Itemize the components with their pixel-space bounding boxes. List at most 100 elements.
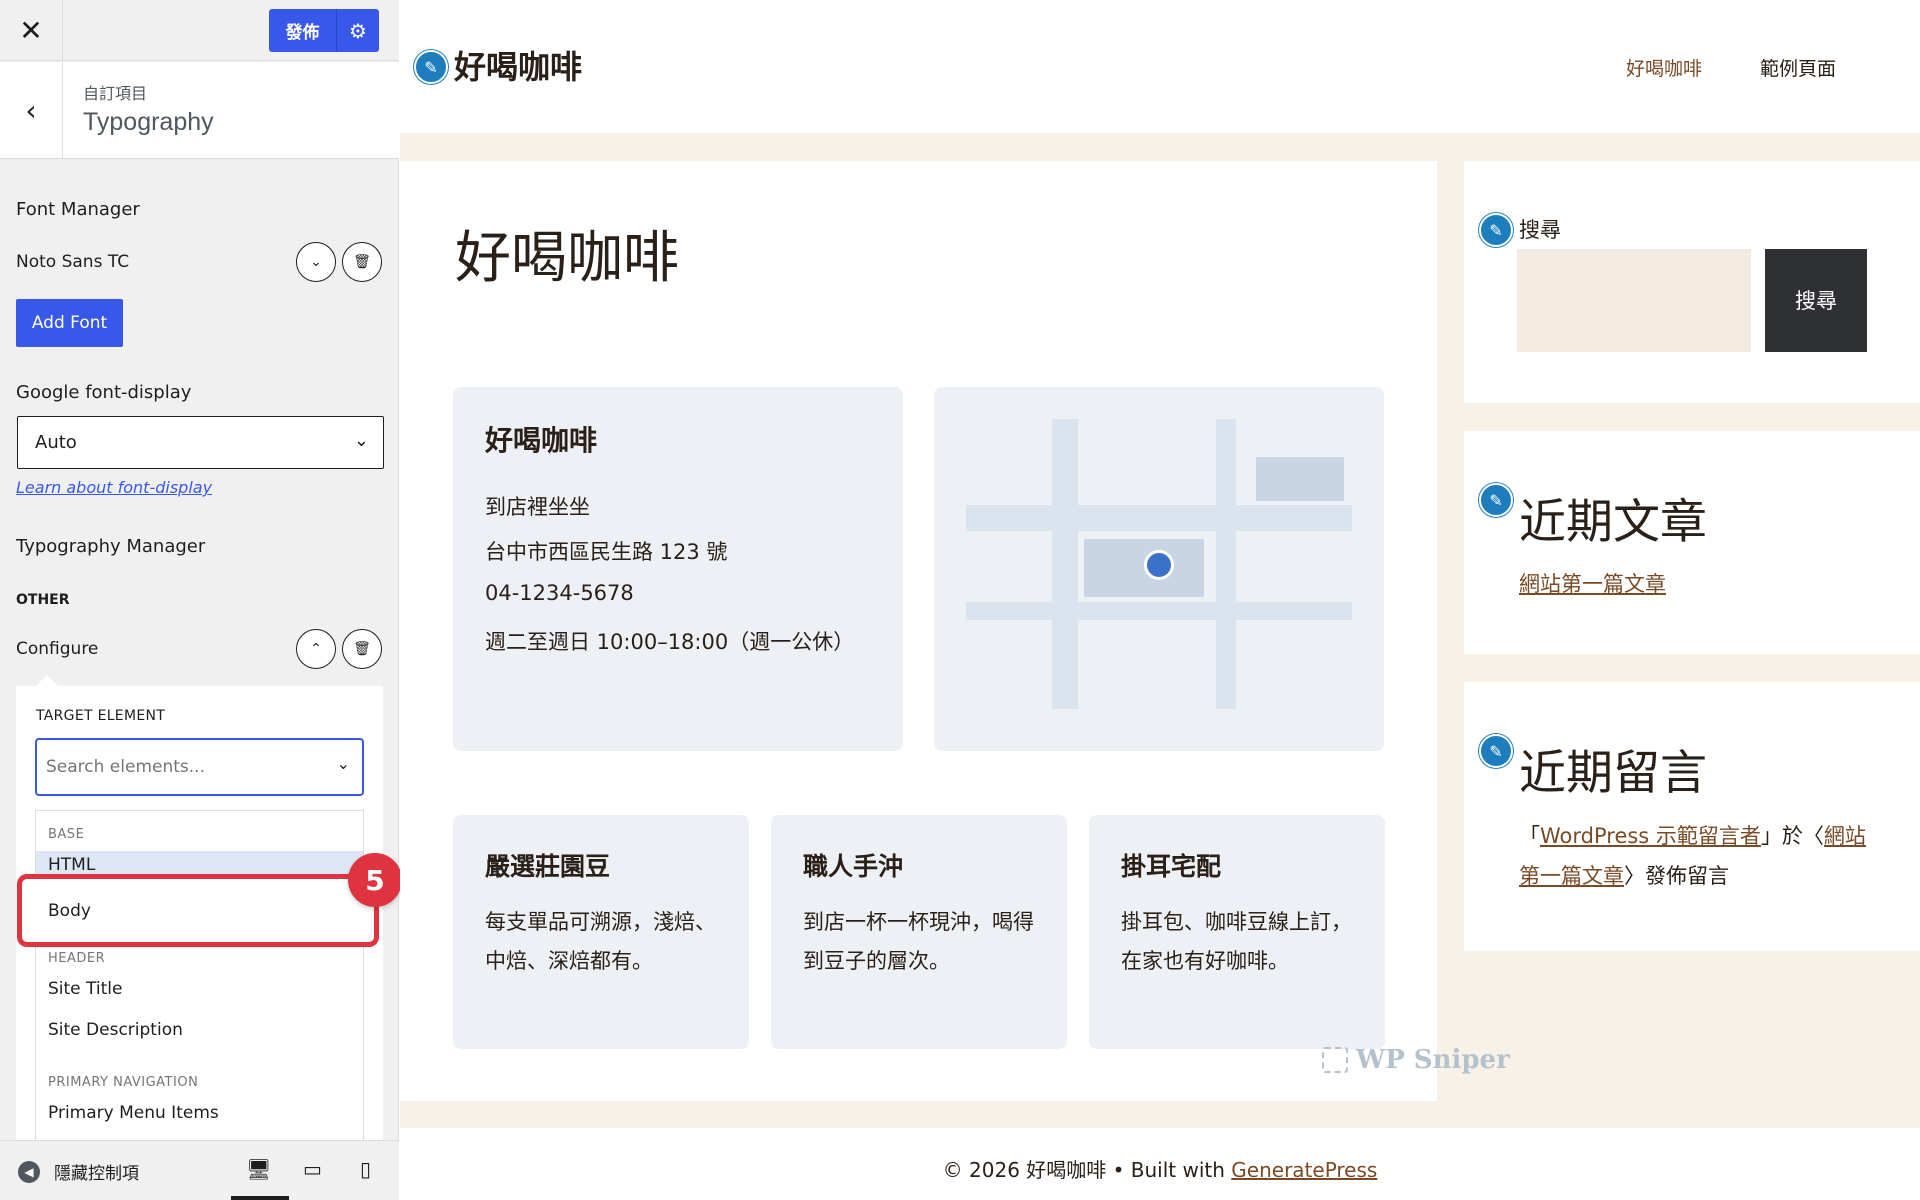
site-footer: © 2026 好喝咖啡 • Built with GeneratePress	[400, 1128, 1920, 1200]
desktop-preview-icon[interactable]: 🖥	[246, 1157, 271, 1181]
feature-card: 職人手沖 到店一杯一杯現沖，喝得到豆子的層次。	[771, 815, 1067, 1049]
back-chevron-icon[interactable]: ‹	[0, 62, 63, 159]
font-manager-heading: Font Manager	[16, 199, 140, 220]
font-display-select[interactable]: Auto ⌄	[17, 416, 384, 469]
map-block	[1256, 457, 1344, 501]
option-group-base: BASE	[48, 827, 85, 842]
learn-font-display-link[interactable]: Learn about font-display	[16, 478, 212, 497]
info-line: 台中市西區民生路 123 號	[485, 540, 728, 564]
info-line: 04-1234-5678	[485, 581, 634, 605]
font-display-heading: Google font-display	[16, 382, 192, 403]
watermark-text: WP Sniper	[1356, 1045, 1510, 1075]
customizer-topbar: ✕ 發佈 ⚙	[0, 0, 399, 61]
comment-author-link[interactable]: WordPress 示範留言者	[1540, 824, 1761, 848]
comment-end: 〉發佈留言	[1624, 864, 1729, 888]
info-line: 到店裡坐坐	[485, 495, 590, 519]
feature-card: 嚴選莊園豆 每支單品可溯源，淺焙、中焙、深焙都有。	[453, 815, 749, 1049]
publish-group: 發佈 ⚙	[269, 9, 379, 52]
feature-title: 掛耳宅配	[1121, 852, 1222, 881]
active-device-indicator	[231, 1196, 289, 1200]
font-display-value: Auto	[35, 432, 77, 453]
edit-pencil-icon[interactable]: ✎	[1479, 213, 1513, 247]
collapse-icon: ◀	[18, 1160, 40, 1183]
feature-title: 嚴選莊園豆	[485, 852, 611, 881]
step-badge: 5	[348, 853, 402, 907]
watermark-logo-icon	[1322, 1047, 1348, 1073]
configure-label: Configure	[16, 639, 99, 659]
customizer-sidebar: ✕ 發佈 ⚙ ‹ 自訂項目 Typography Font Manager No…	[0, 0, 402, 1200]
edit-pencil-icon[interactable]: ✎	[1479, 734, 1513, 768]
feature-desc: 到店一杯一杯現沖，喝得到豆子的層次。	[803, 910, 1034, 973]
edit-pencil-icon[interactable]: ✎	[414, 50, 448, 84]
map-road	[1052, 419, 1078, 709]
section-title: Typography	[83, 108, 214, 136]
hide-controls-label: 隱藏控制項	[54, 1164, 139, 1184]
footer-generatepress-link[interactable]: GeneratePress	[1231, 1158, 1377, 1182]
trash-icon[interactable]: 🗑	[342, 242, 382, 282]
feature-card: 掛耳宅配 掛耳包、咖啡豆線上訂，在家也有好咖啡。	[1089, 815, 1385, 1049]
option-body-highlighted[interactable]: Body	[17, 874, 379, 947]
hide-controls-button[interactable]: ◀ 隱藏控制項	[18, 1159, 139, 1184]
breadcrumb: 自訂項目	[83, 84, 148, 103]
publish-button[interactable]: 發佈	[269, 9, 337, 52]
chevron-down-icon: ⌄	[336, 754, 350, 773]
option-primary-menu-items[interactable]: Primary Menu Items	[48, 1103, 219, 1123]
page-title: 好喝咖啡	[455, 226, 679, 291]
search-widget-title: 搜尋	[1519, 218, 1561, 242]
font-name: Noto Sans TC	[16, 252, 130, 272]
search-input[interactable]	[1517, 249, 1751, 352]
add-font-button[interactable]: Add Font	[16, 299, 123, 347]
map-road	[1216, 419, 1236, 709]
typography-manager-heading: Typography Manager	[16, 536, 206, 557]
target-element-label: TARGET ELEMENT	[36, 708, 166, 724]
tablet-preview-icon[interactable]: ▭	[303, 1157, 322, 1181]
info-line: 週二至週日 10:00–18:00（週一公休）	[485, 630, 855, 654]
site-title[interactable]: 好喝咖啡	[454, 42, 582, 88]
nav-item-home[interactable]: 好喝咖啡	[1626, 54, 1702, 81]
map-pin-icon	[1144, 550, 1174, 580]
recent-posts-title: 近期文章	[1519, 495, 1707, 550]
trash-icon[interactable]: 🗑	[342, 629, 382, 669]
panel-notch	[36, 675, 58, 686]
comment-mid: 」於〈	[1760, 824, 1824, 848]
option-body-label: Body	[48, 901, 91, 921]
chevron-down-icon: ⌄	[353, 430, 369, 451]
search-widget: ✎ 搜尋 搜尋	[1464, 161, 1920, 403]
option-label: HTML	[48, 855, 96, 875]
gear-icon[interactable]: ⚙	[337, 9, 379, 52]
close-icon[interactable]: ✕	[0, 0, 63, 61]
feature-desc: 每支單品可溯源，淺焙、中焙、深焙都有。	[485, 910, 716, 973]
element-search-field[interactable]: ⌄	[35, 738, 364, 796]
mobile-preview-icon[interactable]: ▯	[360, 1157, 371, 1181]
option-site-description[interactable]: Site Description	[48, 1020, 183, 1040]
site-header: ✎ 好喝咖啡 好喝咖啡 範例頁面	[400, 0, 1920, 133]
recent-comments-widget: ✎ 近期留言 「WordPress 示範留言者」於〈網站第一篇文章〉發佈留言	[1464, 682, 1920, 951]
option-group-primary-navigation: PRIMARY NAVIGATION	[48, 1075, 199, 1090]
comment-open: 「	[1519, 824, 1540, 848]
feature-title: 職人手沖	[803, 852, 904, 881]
watermark: WP Sniper	[1322, 1045, 1510, 1075]
chevron-down-icon[interactable]: ⌄	[296, 242, 336, 282]
footer-copyright: © 2026 好喝咖啡 • Built with	[942, 1158, 1232, 1182]
recent-comments-title: 近期留言	[1519, 746, 1707, 801]
edit-pencil-icon[interactable]: ✎	[1479, 483, 1513, 517]
map-road	[966, 602, 1352, 620]
chevron-up-icon[interactable]: ⌃	[296, 629, 336, 669]
recent-posts-widget: ✎ 近期文章 網站第一篇文章	[1464, 431, 1920, 654]
group-heading-other: OTHER	[16, 592, 70, 608]
element-search-input[interactable]	[46, 754, 326, 780]
customizer-footer: ◀ 隱藏控制項 🖥 ▭ ▯	[0, 1140, 399, 1200]
section-header: ‹ 自訂項目 Typography	[0, 62, 399, 159]
footer-text: © 2026 好喝咖啡 • Built with GeneratePress	[400, 1154, 1920, 1183]
recent-post-link[interactable]: 網站第一篇文章	[1519, 568, 1666, 598]
info-card: 好喝咖啡 到店裡坐坐 台中市西區民生路 123 號 04-1234-5678 週…	[453, 387, 903, 751]
map-card	[934, 387, 1384, 751]
map-road	[966, 505, 1352, 531]
option-group-header: HEADER	[48, 951, 106, 966]
element-dropdown-list: BASE HTML HEADER Site Title Site Descrip…	[35, 810, 364, 1140]
site-preview: ✎ 好喝咖啡 好喝咖啡 範例頁面 好喝咖啡 好喝咖啡 到店裡坐坐 台中市西區民生…	[400, 0, 1920, 1200]
nav-item-sample-page[interactable]: 範例頁面	[1760, 54, 1836, 81]
recent-comment: 「WordPress 示範留言者」於〈網站第一篇文章〉發佈留言	[1519, 816, 1879, 896]
search-button[interactable]: 搜尋	[1765, 249, 1867, 352]
option-site-title[interactable]: Site Title	[48, 979, 122, 999]
